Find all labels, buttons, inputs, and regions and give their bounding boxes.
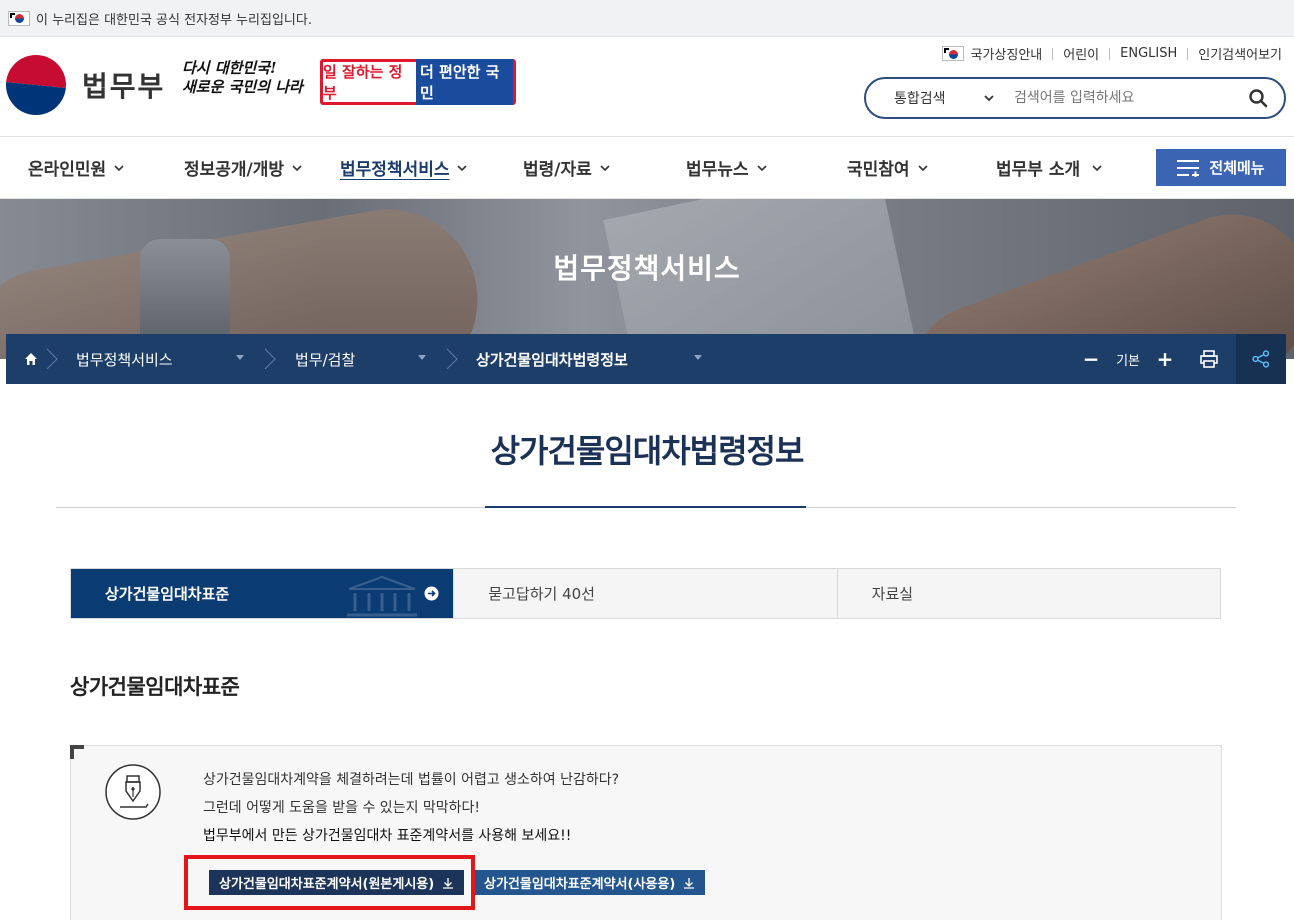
breadcrumb-item-prosecution[interactable]: 법무/검찰 (295, 349, 355, 370)
gov-notice-text: 이 누리집은 대한민국 공식 전자정부 누리집입니다. (36, 12, 312, 28)
nav-laws-materials[interactable]: 법령/자료 (523, 155, 610, 180)
dropdown-arrow-icon[interactable] (418, 355, 426, 360)
chevron-down-icon (457, 164, 468, 171)
ministry-logo[interactable]: 법무부 (6, 55, 165, 115)
breadcrumb-separator-icon (446, 348, 458, 370)
banner-title: 법무정책서비스 (553, 252, 741, 285)
nav-about[interactable]: 법무부 소개 (996, 155, 1102, 180)
gov-notice-bar: 이 누리집은 대한민국 공식 전자정부 누리집입니다. (0, 0, 1294, 37)
font-size-label: 기본 (1116, 353, 1140, 369)
font-increase-button[interactable]: + (1150, 334, 1180, 384)
tab-standard[interactable]: 상가건물임대차표준 (71, 569, 455, 618)
nav-legal-policy[interactable]: 법무정책서비스 (340, 155, 468, 180)
dropdown-arrow-icon[interactable] (694, 355, 702, 360)
slogan-korea: 다시 대한민국! 새로운 국민의 나라 (182, 59, 303, 96)
highlight-box (184, 855, 475, 910)
util-link-english[interactable]: ENGLISH (1120, 46, 1177, 61)
all-menu-button[interactable]: 전체메뉴 (1156, 149, 1286, 186)
search-icon[interactable] (1248, 88, 1268, 108)
breadcrumb: 법무정책서비스 법무/검찰 상가건물임대차법령정보 − 기본 + (6, 334, 1286, 384)
nav-online-civil[interactable]: 온라인민원 (28, 155, 124, 180)
font-decrease-button[interactable]: − (1076, 334, 1106, 384)
section-title: 상가건물임대차표준 (70, 675, 240, 699)
korea-flag-icon (8, 10, 30, 26)
chevron-down-icon (917, 164, 928, 171)
breadcrumb-separator-icon (46, 348, 58, 370)
print-icon (1200, 350, 1218, 368)
search-input[interactable] (1014, 90, 1244, 106)
site-header: 법무부 다시 대한민국! 새로운 국민의 나라 일 잘하는 정부 더 편안한 국… (0, 37, 1294, 137)
share-button[interactable] (1236, 334, 1286, 384)
home-icon[interactable] (24, 352, 38, 366)
breadcrumb-item-current[interactable]: 상가건물임대차법령정보 (476, 349, 628, 370)
share-icon (1252, 350, 1270, 368)
chevron-down-icon (1092, 164, 1102, 171)
breadcrumb-separator-icon (264, 348, 276, 370)
download-usage-button[interactable]: 상가건물임대차표준계약서(사용용) (474, 870, 706, 895)
dropdown-arrow-icon[interactable] (236, 355, 244, 360)
main-navigation: 온라인민원 정보공개/개방 법무정책서비스 법령/자료 법무뉴스 국민참여 법무… (0, 137, 1294, 199)
util-link-national-symbols[interactable]: 국가상징안내 (970, 44, 1042, 63)
utility-links: 국가상징안내 어린이 ENGLISH 인기검색어보기 (942, 44, 1282, 63)
breadcrumb-item-policy[interactable]: 법무정책서비스 (76, 349, 173, 370)
logo-text: 법무부 (82, 70, 166, 103)
arrow-right-circle-icon (424, 586, 439, 601)
util-link-popular-keywords[interactable]: 인기검색어보기 (1198, 44, 1282, 63)
title-divider-accent (485, 506, 806, 508)
print-button[interactable] (1194, 334, 1224, 384)
page-tools: − 기본 + (1076, 334, 1286, 384)
chevron-down-icon (984, 94, 994, 101)
tab-archive[interactable]: 자료실 (837, 569, 1220, 618)
content-tabs: 상가건물임대차표준 묻고답하기 40선 자료실 (70, 568, 1221, 619)
search-scope-select[interactable]: 통합검색 (894, 88, 998, 108)
info-text: 상가건물임대차계약을 체결하려는데 법률이 어렵고 생소하여 난감하다? 그런데… (203, 772, 620, 844)
chevron-down-icon (114, 164, 124, 171)
tab-qna[interactable]: 묻고답하기 40선 (454, 569, 838, 618)
search-bar: 통합검색 (864, 77, 1286, 119)
util-link-kids[interactable]: 어린이 (1063, 44, 1099, 63)
chevron-down-icon (600, 164, 610, 171)
nav-participation[interactable]: 국민참여 (847, 155, 928, 180)
fountain-pen-icon (105, 764, 161, 820)
download-icon (684, 877, 695, 889)
chevron-down-icon (756, 164, 767, 171)
menu-icon (1177, 159, 1200, 177)
slogan-government: 일 잘하는 정부 더 편안한 국민 (320, 59, 516, 105)
taegeuk-logo-icon (6, 55, 66, 115)
nav-info-disclosure[interactable]: 정보공개/개방 (184, 155, 302, 180)
building-icon (347, 575, 418, 617)
nav-news[interactable]: 법무뉴스 (686, 155, 767, 180)
korea-flag-icon (942, 46, 965, 61)
page-title: 상가건물임대차법령정보 (490, 432, 805, 470)
chevron-down-icon (292, 164, 302, 171)
